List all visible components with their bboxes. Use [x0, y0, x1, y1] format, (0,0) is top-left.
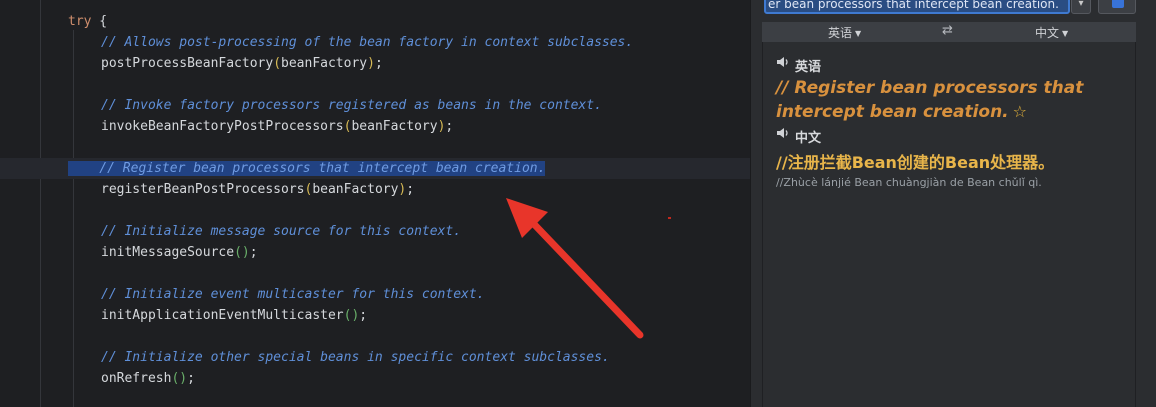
panel-splitter[interactable]	[750, 0, 762, 407]
translate-toolbar: er bean processors that intercept bean c…	[762, 0, 1156, 19]
chevron-down-icon: ▼	[1062, 29, 1069, 38]
translation-result: 英语 // Register bean processors that inte…	[762, 42, 1136, 407]
panel-edge	[1136, 19, 1156, 407]
language-bar: 英语 ▼ ⇄ 中文 ▼	[762, 22, 1136, 42]
speaker-icon[interactable]	[776, 127, 790, 139]
chevron-down-icon: ▾	[1078, 0, 1084, 9]
speaker-icon[interactable]	[776, 56, 790, 68]
source-language-select[interactable]: 英语 ▼	[828, 24, 861, 41]
star-icon[interactable]: ☆	[1013, 102, 1027, 121]
translate-panel: er bean processors that intercept bean c…	[762, 0, 1156, 407]
source-text: // Register bean processors that interce…	[776, 77, 1116, 124]
source-text-input[interactable]: er bean processors that intercept bean c…	[764, 0, 1070, 14]
source-language-label: 英语	[828, 26, 853, 40]
pinyin-text: //Zhùcè lánjié Bean chuàngjiàn de Bean c…	[776, 176, 1042, 189]
swap-languages-icon[interactable]: ⇄	[942, 23, 953, 38]
translate-icon	[1112, 0, 1124, 8]
history-dropdown-button[interactable]: ▾	[1071, 0, 1091, 14]
source-text-content: // Register bean processors that interce…	[776, 78, 1084, 122]
target-section-label: 中文	[795, 131, 822, 146]
translated-text: //注册拦截Bean创建的Bean处理器。	[776, 153, 1055, 172]
chevron-down-icon: ▼	[855, 29, 862, 38]
target-language-label: 中文	[1035, 26, 1060, 40]
annotation-arrow	[506, 198, 644, 339]
source-section-label: 英语	[795, 60, 822, 75]
code-editor[interactable]: try {// Allows post-processing of the be…	[0, 0, 750, 407]
translate-button[interactable]	[1098, 0, 1136, 14]
target-language-select[interactable]: 中文 ▼	[1035, 24, 1068, 41]
